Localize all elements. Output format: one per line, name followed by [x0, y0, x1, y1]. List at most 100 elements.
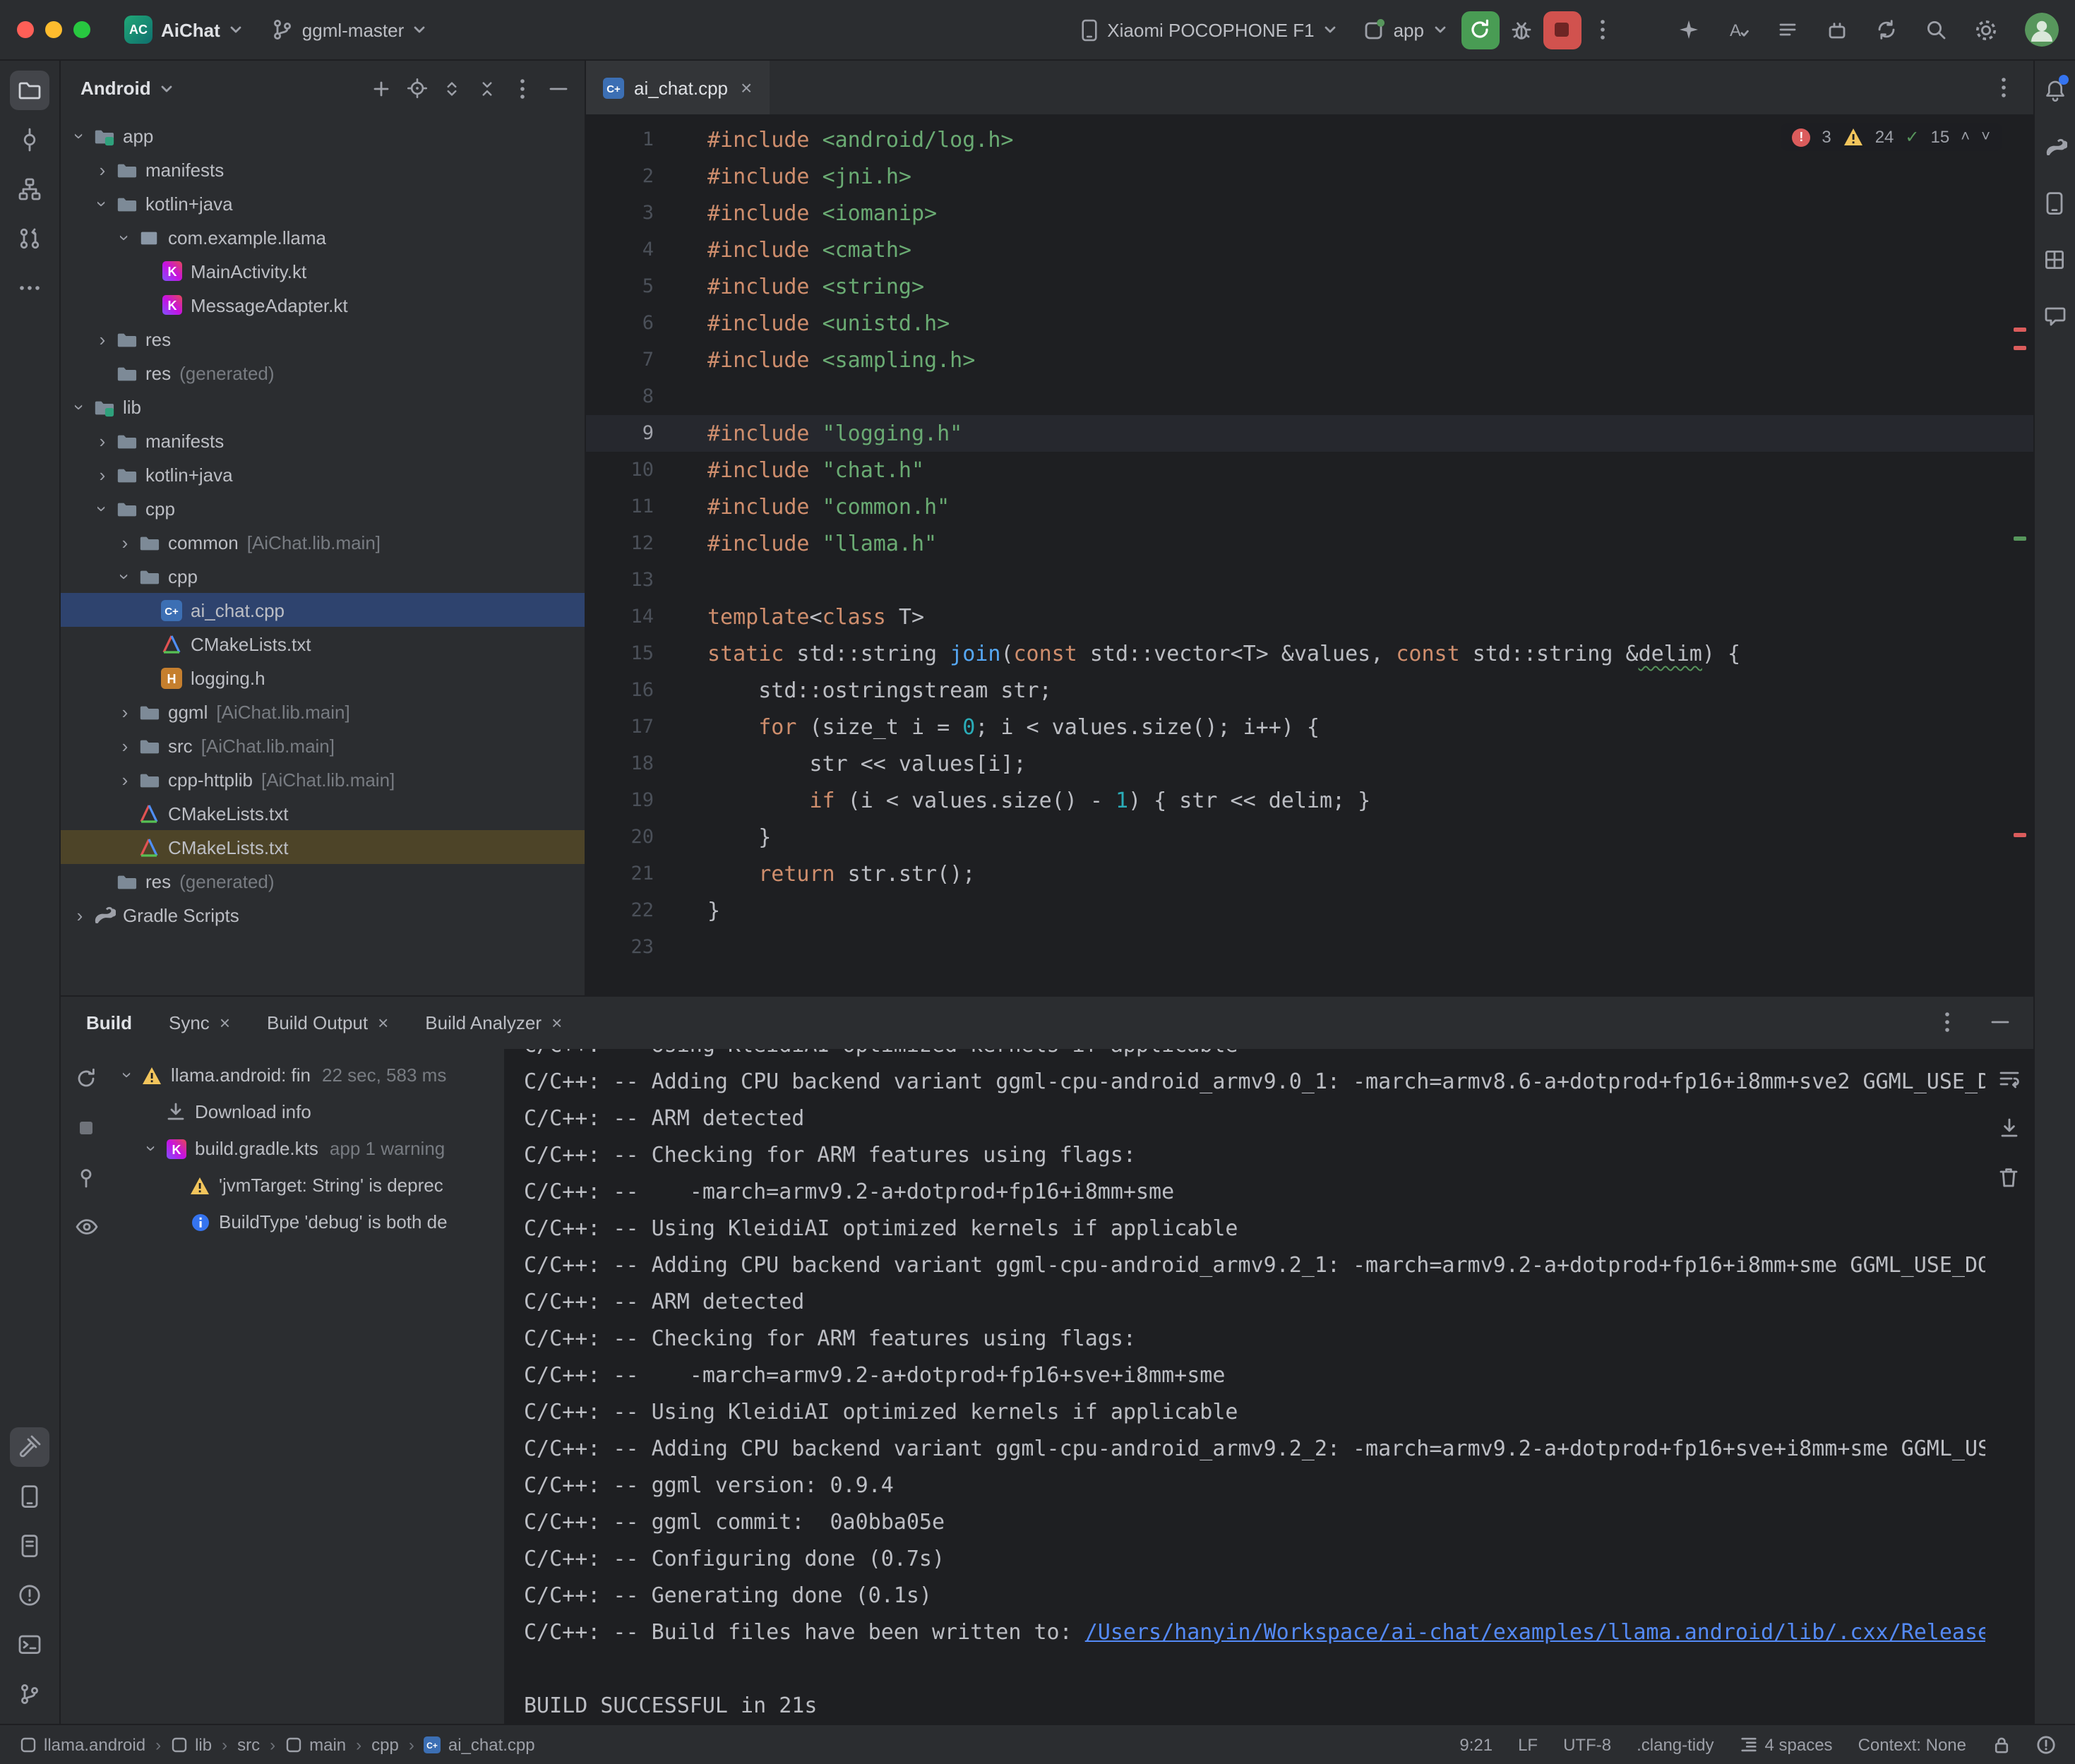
soft-wrap-button[interactable]	[1993, 1062, 2024, 1093]
code-line-13[interactable]: 13	[586, 562, 2033, 599]
chevron-icon[interactable]: ›	[114, 702, 136, 721]
build-tab-build[interactable]: Build	[86, 1012, 132, 1033]
close-icon[interactable]: ×	[220, 1012, 230, 1033]
device-explorer-button[interactable]	[10, 1476, 49, 1516]
code-line-19[interactable]: 19 if (i < values.size() - 1) { str << d…	[586, 782, 2033, 819]
ai-assistant-button[interactable]	[1670, 11, 1708, 49]
expand-all-button[interactable]	[436, 73, 467, 104]
chevron-icon[interactable]: ›	[114, 770, 136, 788]
device-selector[interactable]: Xiaomi POCOPHONE F1	[1069, 12, 1348, 47]
chevron-icon[interactable]: ›	[69, 906, 90, 924]
rerun-build-button[interactable]	[71, 1062, 102, 1093]
code-line-15[interactable]: 15static std::string join(const std::vec…	[586, 635, 2033, 672]
breadcrumb-ai-chat-cpp[interactable]: C+ai_chat.cpp	[424, 1734, 535, 1754]
chevron-icon[interactable]: ›	[92, 431, 113, 450]
code-line-20[interactable]: 20 }	[586, 819, 2033, 856]
pull-requests-tool-button[interactable]	[10, 219, 49, 258]
tree-item-res[interactable]: ›res	[61, 322, 585, 356]
chevron-icon[interactable]: ›	[119, 1064, 137, 1086]
stop-button[interactable]	[1543, 11, 1581, 49]
previous-issue-button[interactable]: ˄	[1961, 128, 1970, 145]
code-inspection-button[interactable]: A	[1719, 11, 1757, 49]
gradle-tool-button[interactable]	[2035, 127, 2074, 167]
task-list-button[interactable]	[1769, 11, 1807, 49]
file-encoding[interactable]: UTF-8	[1563, 1734, 1611, 1754]
settings-button[interactable]	[1966, 11, 2004, 49]
build-output-path-link[interactable]: /Users/hanyin/Workspace/ai-chat/examples…	[1085, 1619, 1985, 1644]
collapse-all-button[interactable]	[472, 73, 503, 104]
build-tab-build-output[interactable]: Build Output×	[267, 1012, 388, 1033]
code-line-3[interactable]: 3#include <iomanip>	[586, 195, 2033, 232]
breadcrumb-lib[interactable]: lib	[171, 1734, 212, 1754]
debug-button[interactable]	[1502, 11, 1540, 49]
search-everywhere-button[interactable]	[1917, 11, 1955, 49]
commit-tool-button[interactable]	[10, 120, 49, 160]
build-tree-item-download-info[interactable]: Download info	[112, 1093, 504, 1130]
layout-inspector-button[interactable]	[2035, 240, 2074, 280]
more-tools-button[interactable]	[10, 268, 49, 308]
zoom-window-button[interactable]	[73, 21, 90, 38]
chevron-icon[interactable]: ›	[93, 498, 112, 519]
build-tree-item-jvmtarget-string-is-deprec[interactable]: 'jvmTarget: String' is deprec	[112, 1167, 504, 1204]
tree-item-cpp[interactable]: ›cpp	[61, 491, 585, 525]
code-line-8[interactable]: 8	[586, 378, 2033, 415]
tree-item-manifests[interactable]: ›manifests	[61, 424, 585, 457]
breadcrumb-cpp[interactable]: cpp	[371, 1734, 399, 1754]
context-selector[interactable]: Context: None	[1858, 1734, 1966, 1754]
vcs-branch-selector[interactable]: ggml-master	[260, 13, 438, 47]
sync-project-button[interactable]	[1867, 11, 1906, 49]
chevron-icon[interactable]: ›	[92, 330, 113, 348]
code-line-14[interactable]: 14template<class T>	[586, 599, 2033, 635]
tree-item-messageadapter-kt[interactable]: KMessageAdapter.kt	[61, 288, 585, 322]
run-configuration-selector[interactable]: app	[1351, 13, 1458, 47]
code-line-2[interactable]: 2#include <jni.h>	[586, 158, 2033, 195]
breadcrumb-main[interactable]: main	[285, 1734, 346, 1754]
tree-item-app[interactable]: ›app	[61, 119, 585, 152]
error-stripe-mark[interactable]	[2013, 833, 2026, 837]
run-button[interactable]	[1461, 11, 1499, 49]
tree-item-ggml[interactable]: ›ggml[AiChat.lib.main]	[61, 695, 585, 728]
run-more-button[interactable]	[1584, 11, 1622, 49]
project-selector[interactable]: AC AiChat	[113, 10, 254, 49]
error-stripe-mark[interactable]	[2013, 536, 2026, 541]
code-line-16[interactable]: 16 std::ostringstream str;	[586, 672, 2033, 709]
chevron-icon[interactable]: ›	[92, 465, 113, 484]
tree-item-kotlin-java[interactable]: ›kotlin+java	[61, 457, 585, 491]
indent-config[interactable]: 4 spaces	[1740, 1734, 1833, 1754]
tree-item-logging-h[interactable]: Hlogging.h	[61, 661, 585, 695]
tree-item-lib[interactable]: ›lib	[61, 390, 585, 424]
pin-button[interactable]	[71, 1161, 102, 1192]
chevron-icon[interactable]: ›	[116, 227, 134, 248]
chevron-icon[interactable]: ›	[143, 1138, 161, 1159]
editor[interactable]: 1#include <android/log.h>2#include <jni.…	[586, 116, 2033, 995]
code-line-18[interactable]: 18 str << values[i];	[586, 745, 2033, 782]
inspections-widget[interactable]: ! 3 24 ✓ 15 ˄ ˅	[1781, 123, 2002, 151]
inspection-status-button[interactable]	[2035, 1734, 2055, 1754]
error-stripe-mark[interactable]	[2013, 328, 2026, 332]
tree-item-mainactivity-kt[interactable]: KMainActivity.kt	[61, 254, 585, 288]
build-tree-item-llama-android-fin[interactable]: ›llama.android: fin22 sec, 583 ms	[112, 1057, 504, 1093]
code-line-7[interactable]: 7#include <sampling.h>	[586, 342, 2033, 378]
code-line-17[interactable]: 17 for (size_t i = 0; i < values.size();…	[586, 709, 2033, 745]
code-line-10[interactable]: 10#include "chat.h"	[586, 452, 2033, 488]
tree-item-src[interactable]: ›src[AiChat.lib.main]	[61, 728, 585, 762]
app-insights-button[interactable]	[2035, 296, 2074, 336]
project-view-selector[interactable]: Android	[80, 78, 174, 99]
build-tool-button[interactable]	[10, 1427, 49, 1466]
breadcrumb-llama-android[interactable]: llama.android	[20, 1734, 145, 1754]
build-tree-item-buildtype-debug-is-both-de[interactable]: BuildType 'debug' is both de	[112, 1204, 504, 1240]
code-line-6[interactable]: 6#include <unistd.h>	[586, 305, 2033, 342]
locate-file-button[interactable]	[401, 73, 432, 104]
caret-position[interactable]: 9:21	[1459, 1734, 1493, 1754]
code-line-5[interactable]: 5#include <string>	[586, 268, 2033, 305]
tree-item-res[interactable]: res(generated)	[61, 356, 585, 390]
close-window-button[interactable]	[17, 21, 34, 38]
code-line-21[interactable]: 21 return str.str();	[586, 856, 2033, 892]
build-tab-sync[interactable]: Sync×	[169, 1012, 230, 1033]
chevron-icon[interactable]: ›	[93, 193, 112, 214]
terminal-button[interactable]	[10, 1624, 49, 1664]
error-stripe-mark[interactable]	[2013, 346, 2026, 350]
close-icon[interactable]: ×	[741, 76, 752, 99]
close-icon[interactable]: ×	[378, 1012, 388, 1033]
code-line-23[interactable]: 23	[586, 929, 2033, 966]
